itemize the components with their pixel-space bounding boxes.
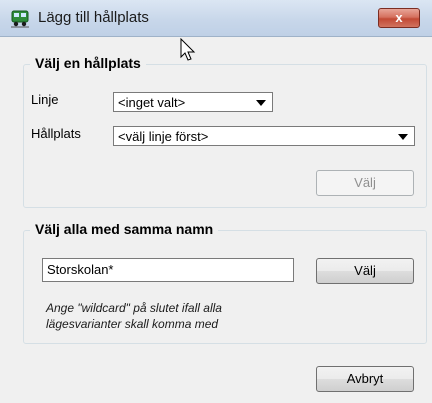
- window-title: Lägg till hållplats: [38, 9, 149, 26]
- select-by-name-button[interactable]: Välj: [316, 258, 414, 284]
- line-label: Linje: [31, 92, 59, 107]
- select-stop-button-label: Välj: [354, 175, 376, 190]
- select-by-name-legend: Välj alla med samma namn: [30, 221, 219, 237]
- mouse-pointer-icon: [180, 38, 196, 61]
- wildcard-hint: Ange "wildcard" på slutet ifall alla läg…: [46, 300, 222, 332]
- chevron-down-icon: [256, 100, 266, 106]
- close-icon: x: [395, 10, 403, 25]
- title-bar[interactable]: Lägg till hållplats x: [0, 0, 432, 37]
- cancel-button-label: Avbryt: [346, 371, 384, 386]
- stop-name-input-value: Storskolan*: [47, 262, 114, 277]
- close-button[interactable]: x: [378, 8, 420, 28]
- stop-name-input[interactable]: Storskolan*: [42, 258, 294, 282]
- stop-dropdown-value: <välj linje först>: [118, 129, 209, 144]
- bus-icon: [11, 10, 29, 28]
- select-stop-legend: Välj en hållplats: [30, 55, 146, 71]
- dialog-window: Lägg till hållplats x Välj en hållplats …: [0, 0, 432, 403]
- line-dropdown[interactable]: <inget valt>: [113, 92, 273, 112]
- wildcard-hint-line2: lägesvarianter skall komma med: [46, 317, 219, 331]
- select-stop-button[interactable]: Välj: [316, 170, 414, 196]
- chevron-down-icon: [398, 134, 408, 140]
- stop-dropdown[interactable]: <välj linje först>: [113, 126, 415, 146]
- wildcard-hint-line1: Ange "wildcard" på slutet ifall alla: [46, 301, 222, 315]
- cancel-button[interactable]: Avbryt: [316, 366, 414, 392]
- line-dropdown-value: <inget valt>: [118, 95, 186, 110]
- select-by-name-button-label: Välj: [354, 263, 376, 278]
- stop-label: Hållplats: [31, 126, 81, 141]
